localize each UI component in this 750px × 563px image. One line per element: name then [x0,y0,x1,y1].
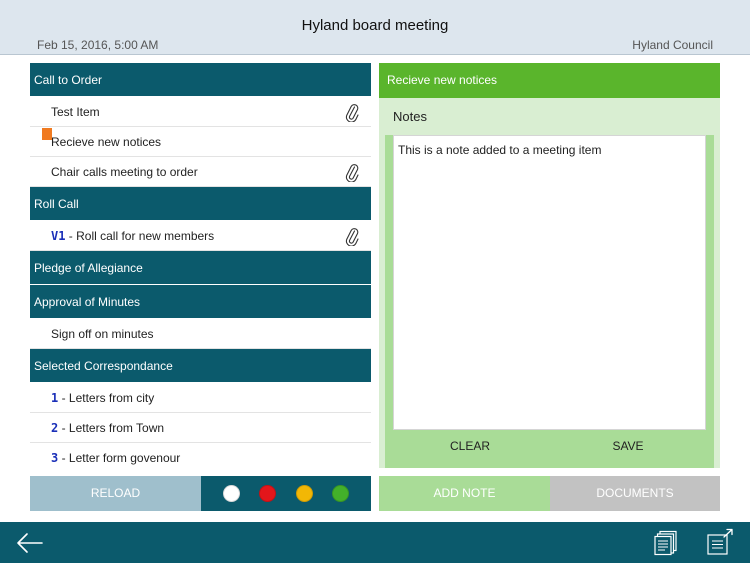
agenda-item-letters-city[interactable]: 1 - Letters from city [30,383,371,413]
agenda-item-label: Sign off on minutes [51,327,154,341]
section-call-to-order[interactable]: Call to Order [30,63,371,97]
notes-label: Notes [385,99,714,135]
header-bar: Hyland board meeting Feb 15, 2016, 5:00 … [0,0,750,55]
paperclip-icon[interactable] [345,102,359,122]
paperclip-icon[interactable] [345,162,359,182]
agenda-list: Call to Order Test Item Recieve new noti… [30,63,371,474]
notes-editor: Notes This is a note added to a meeting … [385,99,714,468]
bookmark-flag-icon [42,128,52,140]
color-green-button[interactable] [332,485,349,502]
meeting-title: Hyland board meeting [301,17,449,34]
item-number: V1 [51,229,66,243]
agenda-item-label: - Letters from city [58,391,155,405]
reload-button[interactable]: RELOAD [30,476,201,511]
agenda-item-sign-off[interactable]: Sign off on minutes [30,319,371,349]
meeting-date: Feb 15, 2016, 5:00 AM [37,38,159,52]
color-red-button[interactable] [259,485,276,502]
notes-panel-title: Recieve new notices [379,63,720,98]
back-arrow-icon[interactable] [15,530,45,556]
agenda-item-test-item[interactable]: Test Item [30,97,371,127]
agenda-item-label: Recieve new notices [51,135,162,149]
color-picker [201,476,371,511]
agenda-item-roll-call-members[interactable]: V1 - Roll call for new members [30,221,371,251]
section-correspondance[interactable]: Selected Correspondance [30,349,371,383]
agenda-item-letters-town[interactable]: 2 - Letters from Town [30,413,371,443]
agenda-item-label: - Letters from Town [58,421,165,435]
save-button[interactable]: SAVE [550,432,706,460]
agenda-item-label: - Roll call for new members [65,229,215,243]
share-export-icon[interactable] [705,528,735,556]
section-approval-minutes[interactable]: Approval of Minutes [30,285,371,319]
organization-name: Hyland Council [632,38,713,52]
section-roll-call[interactable]: Roll Call [30,187,371,221]
agenda-item-chair-calls[interactable]: Chair calls meeting to order [30,157,371,187]
agenda-toolbar: RELOAD [30,476,371,511]
add-note-button[interactable]: ADD NOTE [379,476,550,511]
notes-panel: Recieve new notices Notes This is a note… [379,63,720,468]
documents-stack-icon[interactable] [653,530,679,556]
agenda-item-label: - Letter form govenour [58,451,181,465]
color-yellow-button[interactable] [296,485,313,502]
documents-button[interactable]: DOCUMENTS [550,476,720,511]
agenda-item-recieve-notices[interactable]: Recieve new notices [30,127,371,157]
notes-textarea[interactable]: This is a note added to a meeting item [393,135,706,430]
agenda-item-letter-govenour[interactable]: 3 - Letter form govenour [30,443,371,473]
section-pledge[interactable]: Pledge of Allegiance [30,251,371,285]
bottom-navigation-bar [0,522,750,563]
color-white-button[interactable] [223,485,240,502]
paperclip-icon[interactable] [345,226,359,246]
agenda-item-label: Test Item [51,105,100,119]
clear-button[interactable]: CLEAR [393,432,547,460]
agenda-item-label: Chair calls meeting to order [51,165,198,179]
notes-toolbar: ADD NOTE DOCUMENTS [379,476,720,511]
